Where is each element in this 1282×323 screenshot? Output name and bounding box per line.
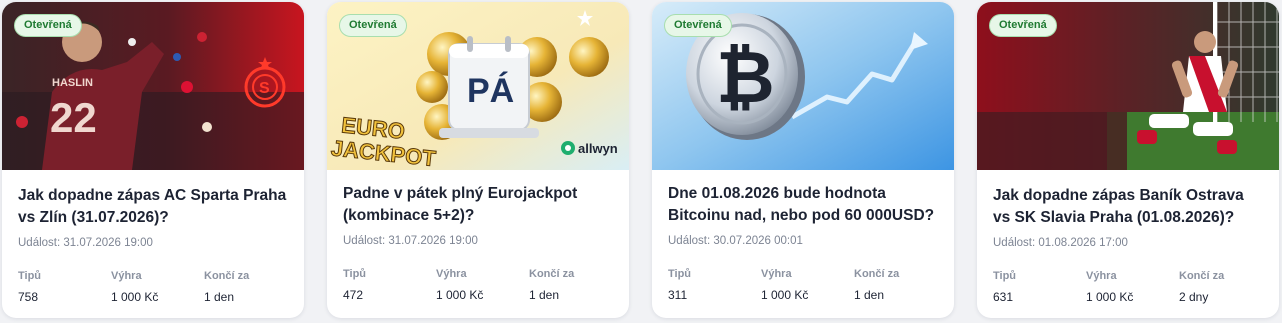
status-badge: Otevřená bbox=[664, 14, 732, 37]
stat-label: Končí za bbox=[529, 268, 575, 280]
card-title: Dne 01.08.2026 bude hodnota Bitcoinu nad… bbox=[668, 185, 935, 224]
status-badge: Otevřená bbox=[339, 14, 407, 37]
stat-prize: Výhra 1 000 Kč bbox=[761, 268, 851, 302]
stat-label: Výhra bbox=[436, 268, 467, 280]
stat-tips: Tipů 631 bbox=[993, 270, 1083, 304]
card-title: Jak dopadne zápas Baník Ostrava vs SK Sl… bbox=[993, 187, 1244, 226]
stat-ends-in: Končí za 1 den bbox=[204, 270, 294, 304]
stat-value: 758 bbox=[18, 290, 39, 304]
jersey-number: 22 bbox=[50, 94, 97, 141]
stat-label: Tipů bbox=[343, 268, 367, 280]
stat-label: Končí za bbox=[204, 270, 250, 282]
bitcoin-symbol: ₿ bbox=[716, 35, 775, 119]
stat-tips: Tipů 472 bbox=[343, 268, 433, 302]
status-badge: Otevřená bbox=[989, 14, 1057, 37]
stat-value: 1 den bbox=[854, 288, 885, 302]
stat-label: Končí za bbox=[1179, 270, 1225, 282]
stat-prize: Výhra 1 000 Kč bbox=[436, 268, 526, 302]
prediction-card-banik-slavia[interactable]: Otevřená Jak dopadne zápas Baník Ostrava… bbox=[977, 2, 1279, 318]
calendar-day: PÁ bbox=[467, 72, 514, 110]
card-title: Jak dopadne zápas AC Sparta Praha vs Zlí… bbox=[18, 187, 287, 226]
stat-ends-in: Končí za 1 den bbox=[854, 268, 944, 302]
stat-ends-in: Končí za 2 dny bbox=[1179, 270, 1269, 304]
stat-label: Tipů bbox=[18, 270, 42, 282]
prediction-card-eurojackpot[interactable]: PÁ EURO JACKPOT allwyn Otevřená Padne v … bbox=[327, 2, 629, 318]
stat-value: 1 den bbox=[204, 290, 235, 304]
stat-value: 472 bbox=[343, 288, 364, 302]
stat-value: 311 bbox=[668, 288, 688, 302]
stat-value: 631 bbox=[993, 290, 1014, 304]
stat-value: 1 den bbox=[529, 288, 560, 302]
prediction-card-bitcoin[interactable]: ₿ Otevřená Dne 01.08.2026 bude hodnota B… bbox=[652, 2, 954, 318]
card-title: Padne v pátek plný Eurojackpot (kombinac… bbox=[343, 185, 578, 224]
status-badge: Otevřená bbox=[14, 14, 82, 37]
prediction-card-sparta[interactable]: HASLIN 22 S Otevřená Jak dopadne zápas A… bbox=[2, 2, 304, 318]
event-date: Událost: 31.07.2026 19:00 bbox=[343, 235, 478, 247]
stat-label: Výhra bbox=[111, 270, 142, 282]
stat-value: 2 dny bbox=[1179, 290, 1209, 304]
stat-prize: Výhra 1 000 Kč bbox=[1086, 270, 1176, 304]
stat-value: 1 000 Kč bbox=[436, 288, 484, 302]
stat-label: Výhra bbox=[1086, 270, 1117, 282]
svg-text:S: S bbox=[259, 80, 270, 97]
event-date: Událost: 30.07.2026 00:01 bbox=[668, 235, 803, 247]
stat-label: Tipů bbox=[993, 270, 1017, 282]
stat-value: 1 000 Kč bbox=[111, 290, 159, 304]
stat-value: 1 000 Kč bbox=[761, 288, 809, 302]
event-date: Událost: 31.07.2026 19:00 bbox=[18, 237, 153, 249]
event-date: Událost: 01.08.2026 17:00 bbox=[993, 237, 1128, 249]
stat-label: Tipů bbox=[668, 268, 692, 280]
jersey-name: HASLIN bbox=[52, 77, 93, 89]
stat-prize: Výhra 1 000 Kč bbox=[111, 270, 201, 304]
stat-tips: Tipů 758 bbox=[18, 270, 108, 304]
stat-tips: Tipů 311 bbox=[668, 268, 758, 302]
stat-ends-in: Končí za 1 den bbox=[529, 268, 619, 302]
stat-value: 1 000 Kč bbox=[1086, 290, 1134, 304]
brand-logo: allwyn bbox=[578, 141, 618, 156]
stat-label: Končí za bbox=[854, 268, 900, 280]
stat-label: Výhra bbox=[761, 268, 792, 280]
